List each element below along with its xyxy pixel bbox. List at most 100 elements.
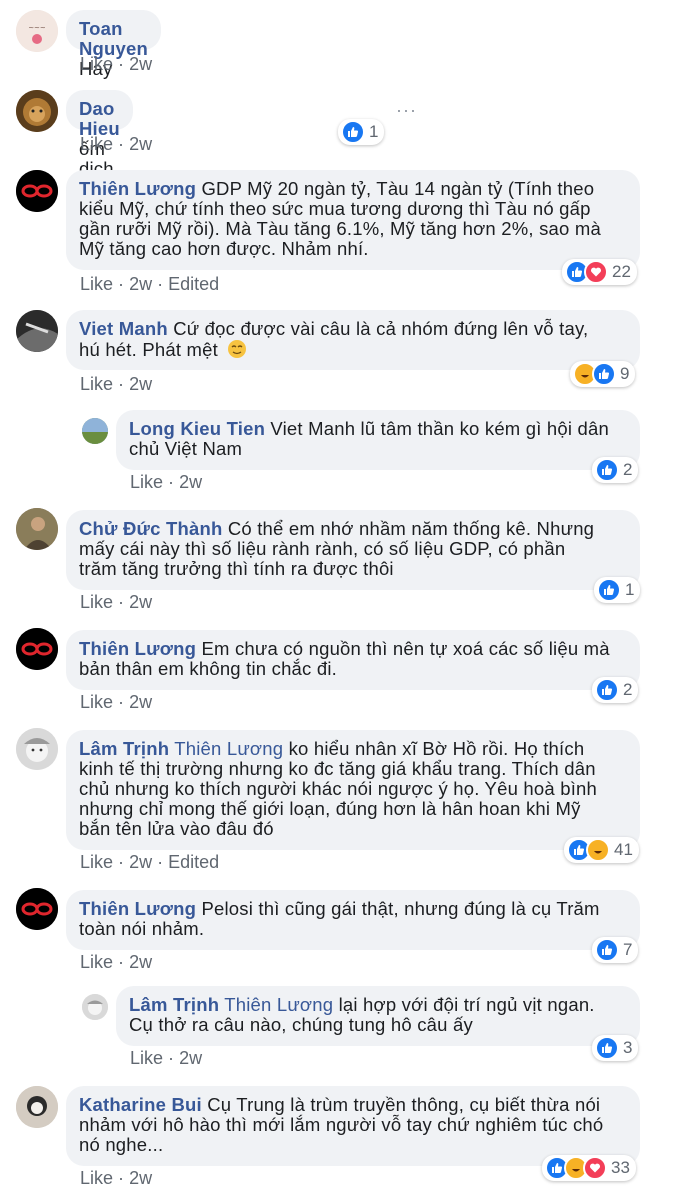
reaction-summary[interactable]: 7 [592,937,639,963]
comment-author[interactable]: Thiên Lương [79,178,196,199]
like-button[interactable]: Like [130,1048,163,1068]
separator: · [157,274,164,294]
comment-actions: Like · 2w · Edited [80,852,219,873]
comment-text: kinh tế thị trường nhưng ko đc tăng giá … [79,758,596,779]
comment-author[interactable]: Lâm Trịnh [79,738,169,759]
reaction-count: 1 [369,122,379,141]
comment-text: ko hiểu nhân xĩ Bờ Hồ rồi. Họ thích [288,738,585,759]
haha-reaction-icon [586,838,610,862]
comment-time[interactable]: 2w [179,1048,202,1068]
like-button[interactable]: Like [130,472,163,492]
comment-text: Mỹ tăng cao hơn được. Nhảm nhí. [79,238,369,259]
separator: · [118,592,125,612]
avatar[interactable] [16,628,58,670]
reaction-summary[interactable]: 22 [562,259,637,285]
like-button[interactable]: Like [80,374,113,394]
comment-author[interactable]: Katharine Bui [79,1094,202,1115]
comment-author[interactable]: Chử Đức Thành [79,518,222,539]
love-reaction-icon [583,1156,607,1180]
reaction-summary[interactable]: 33 [542,1155,636,1181]
like-button[interactable]: Like [80,274,113,294]
comment-time[interactable]: 2w [179,472,202,492]
comment-actions: Like · 2w [130,1048,202,1069]
blush-emoji-icon [227,339,247,363]
comment-text: trăm tăng trưởng thì tính ra được thôi [79,558,394,579]
reaction-count: 41 [614,840,633,859]
comment-author[interactable]: Lâm Trịnh [129,994,219,1015]
comment-text: Cụ thở ra câu nào, chúng tung hô câu ấy [129,1014,473,1035]
comment-time[interactable]: 2w [129,54,152,74]
comment-text: chủ Việt Nam [129,438,243,459]
comment-time[interactable]: 2w [129,852,152,872]
separator: · [118,692,125,712]
comment-author[interactable]: Viet Manh [79,318,168,339]
comment-author[interactable]: Dao Hieu [79,98,120,139]
comment-text: Pelosi thì cũng gái thật, nhưng đúng là … [201,898,600,919]
more-options-icon[interactable]: ··· [396,100,417,121]
svg-text:~~~: ~~~ [28,24,46,32]
comment-time[interactable]: 2w [129,952,152,972]
comment-time[interactable]: 2w [129,274,152,294]
comment-text: nó nghe... [79,1134,164,1155]
edited-label[interactable]: Edited [168,274,219,294]
reaction-summary[interactable]: 41 [564,837,639,863]
comment-actions: Like · 2w · Edited [80,274,219,295]
comment-author[interactable]: Thiên Lương [79,898,196,919]
avatar[interactable] [16,310,58,352]
avatar[interactable] [16,170,58,212]
comment-bubble: Katharine Bui Cụ Trung là trùm truyền th… [66,1086,640,1166]
avatar-image-icon [16,508,58,550]
reaction-summary[interactable]: 9 [570,361,636,387]
reaction-summary[interactable]: 2 [592,457,639,483]
separator: · [118,54,125,74]
reaction-summary[interactable]: 2 [592,677,639,703]
comment-time[interactable]: 2w [129,592,152,612]
like-button[interactable]: Like [80,54,113,74]
comment-bubble: Dao Hieu ốm dịch thì ai chả giảm [66,90,133,259]
comment-bubble: Viet Manh Cứ đọc được vài câu là cả nhóm… [66,310,640,370]
baby-avatar-icon [82,994,108,1020]
comment-text: nhảm với hô hào thì mới lắm người vỗ tay… [79,1114,604,1135]
comment-actions: Like · 2w [80,592,152,613]
like-button[interactable]: Like [80,692,113,712]
comment-time[interactable]: 2w [129,374,152,394]
like-button[interactable]: Like [80,592,113,612]
reaction-count: 3 [623,1038,633,1057]
edited-label[interactable]: Edited [168,852,219,872]
avatar[interactable]: ~~~ [16,10,58,52]
like-button[interactable]: Like [80,852,113,872]
avatar[interactable] [16,508,58,550]
comment-time[interactable]: 2w [129,692,152,712]
comment-text: toàn nói nhảm. [79,918,205,939]
red-glasses-avatar-icon [16,628,58,670]
avatar[interactable] [82,418,108,444]
mention-tag[interactable]: Thiên Lương [174,738,283,759]
separator: · [118,134,125,154]
reaction-summary[interactable]: 1 [594,577,641,603]
comment-actions: Like · 2w [80,134,152,155]
like-reaction-icon [595,678,619,702]
avatar[interactable] [16,888,58,930]
mention-tag[interactable]: Thiên Lương [224,994,333,1015]
comment-time[interactable]: 2w [129,134,152,154]
avatar-image-icon [82,418,108,444]
like-button[interactable]: Like [80,134,113,154]
comment-bubble: Lâm Trịnh Thiên Lương lại hợp với đội tr… [116,986,640,1046]
separator: · [168,1048,175,1068]
comment-author[interactable]: Long Kieu Tien [129,418,265,439]
avatar[interactable] [16,1086,58,1128]
reaction-summary[interactable]: 1 [338,119,385,145]
avatar[interactable] [82,994,108,1020]
avatar[interactable] [16,728,58,770]
comment-author[interactable]: Thiên Lương [79,638,196,659]
comment-bubble: Thiên Lương Pelosi thì cũng gái thật, nh… [66,890,640,950]
reaction-summary[interactable]: 3 [592,1035,639,1061]
like-button[interactable]: Like [80,952,113,972]
avatar[interactable] [16,90,58,132]
like-button[interactable]: Like [80,1168,113,1188]
avatar-image-icon [16,310,58,352]
comment-time[interactable]: 2w [129,1168,152,1188]
comment-text: kiểu Mỹ, chứ tính theo sức mua tương dươ… [79,198,591,219]
like-reaction-icon [592,362,616,386]
comment-author[interactable]: Toan Nguyen [79,18,148,59]
